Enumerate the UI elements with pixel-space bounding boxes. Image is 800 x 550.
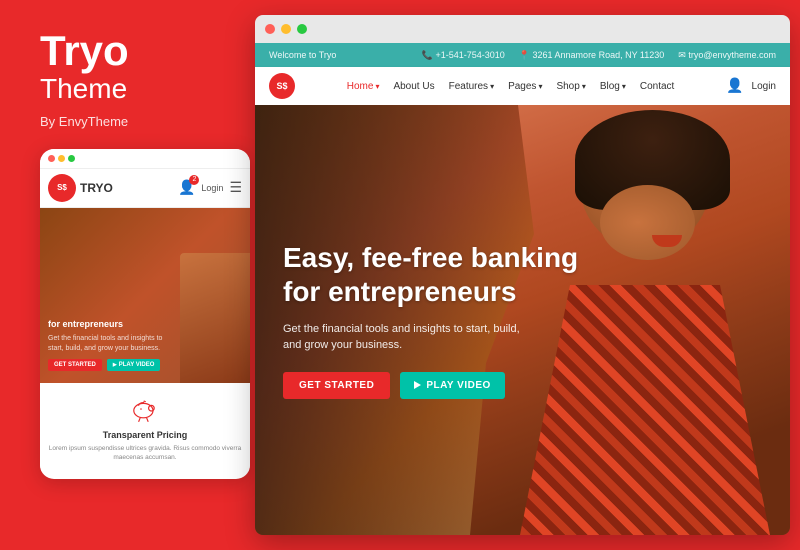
topbar-right: 📞 +1-541-754-3010 📍 3261 Annamore Road, … bbox=[422, 50, 776, 61]
browser-window: Welcome to Tryo 📞 +1-541-754-3010 📍 3261… bbox=[255, 15, 790, 535]
navbar-logo-icon: S$ bbox=[269, 73, 295, 99]
left-panel: Tryo Theme By EnvyTheme S$ TRYO 👤 2 bbox=[20, 0, 250, 550]
navbar-menu: Home ▾ About Us Features ▾ Pages ▾ Shop … bbox=[347, 81, 675, 92]
website-hero: Easy, fee-free banking for entrepreneurs… bbox=[255, 105, 790, 535]
brand-subtitle: Theme bbox=[40, 72, 240, 106]
mobile-badge: 2 bbox=[189, 175, 199, 185]
website-topbar: Welcome to Tryo 📞 +1-541-754-3010 📍 3261… bbox=[255, 43, 790, 67]
browser-dot-green[interactable] bbox=[297, 24, 307, 34]
mobile-preview: S$ TRYO 👤 2 Login ☰ for entrepreneurs Ge… bbox=[40, 149, 250, 479]
topbar-welcome: Welcome to Tryo bbox=[269, 50, 336, 60]
hero-description: Get the financial tools and insights to … bbox=[283, 321, 523, 354]
navbar-item-about[interactable]: About Us bbox=[393, 81, 434, 92]
mobile-logo: S$ bbox=[48, 174, 76, 202]
navbar-login-label[interactable]: Login bbox=[752, 81, 776, 92]
mobile-pricing-text: Lorem ipsum suspendisse ultrices gravida… bbox=[48, 444, 242, 462]
brand-name: Tryo bbox=[40, 30, 240, 72]
mobile-navbar: S$ TRYO 👤 2 Login ☰ bbox=[40, 169, 250, 208]
topbar-address: 📍 3261 Annamore Road, NY 11230 bbox=[519, 50, 664, 61]
navbar-right: 👤 Login bbox=[726, 77, 776, 95]
mobile-logo-text: TRYO bbox=[80, 181, 113, 195]
topbar-phone: 📞 +1-541-754-3010 bbox=[422, 50, 505, 61]
navbar-item-shop[interactable]: Shop ▾ bbox=[556, 81, 585, 92]
hero-title: Easy, fee-free banking for entrepreneurs bbox=[283, 241, 583, 308]
mobile-play-video-button[interactable]: ▶ PLAY VIDEO bbox=[107, 359, 161, 371]
navbar-item-home[interactable]: Home ▾ bbox=[347, 81, 380, 92]
browser-titlebar bbox=[255, 15, 790, 43]
browser-dot-red[interactable] bbox=[265, 24, 275, 34]
mobile-pricing-title: Transparent Pricing bbox=[103, 430, 188, 440]
mobile-user-wrapper: 👤 2 bbox=[178, 179, 195, 197]
browser-dot-yellow[interactable] bbox=[281, 24, 291, 34]
hero-content: Easy, fee-free banking for entrepreneurs… bbox=[255, 105, 790, 535]
topbar-email: ✉ tryo@envytheme.com bbox=[678, 50, 776, 61]
mobile-login-label[interactable]: Login bbox=[201, 183, 223, 193]
navbar-item-features[interactable]: Features ▾ bbox=[449, 81, 494, 92]
get-started-button[interactable]: GET STARTED bbox=[283, 372, 390, 399]
mobile-hero-buttons: GET STARTED ▶ PLAY VIDEO bbox=[48, 359, 242, 371]
mobile-dot-red bbox=[48, 155, 55, 162]
navbar-item-blog[interactable]: Blog ▾ bbox=[600, 81, 626, 92]
hero-person-face bbox=[600, 185, 695, 260]
navbar-user-icon[interactable]: 👤 bbox=[726, 77, 743, 93]
piggy-bank-icon bbox=[129, 393, 161, 425]
mobile-dots bbox=[48, 155, 75, 162]
navbar-item-pages[interactable]: Pages ▾ bbox=[508, 81, 542, 92]
play-video-button[interactable]: PLAY VIDEO bbox=[400, 372, 504, 399]
website-navbar: S$ Home ▾ About Us Features ▾ Pages ▾ Sh… bbox=[255, 67, 790, 105]
play-triangle-icon bbox=[414, 381, 421, 389]
mobile-hero-title: for entrepreneurs bbox=[48, 319, 168, 331]
navbar-user-wrapper: 👤 bbox=[726, 77, 743, 95]
mobile-hamburger-icon[interactable]: ☰ bbox=[229, 179, 242, 196]
mobile-hero: for entrepreneurs Get the financial tool… bbox=[40, 208, 250, 383]
navbar-logo: S$ bbox=[269, 73, 295, 99]
brand-by: By EnvyTheme bbox=[40, 114, 240, 129]
mobile-hero-subtitle: Get the financial tools and insights to … bbox=[48, 334, 168, 352]
hero-buttons: GET STARTED PLAY VIDEO bbox=[283, 372, 762, 399]
mobile-nav-right: 👤 2 Login ☰ bbox=[178, 179, 242, 197]
mobile-get-started-button[interactable]: GET STARTED bbox=[48, 359, 102, 371]
navbar-item-contact[interactable]: Contact bbox=[640, 81, 674, 92]
mobile-titlebar bbox=[40, 149, 250, 169]
mobile-pricing-section: Transparent Pricing Lorem ipsum suspendi… bbox=[40, 383, 250, 472]
mobile-dot-yellow bbox=[58, 155, 65, 162]
mobile-dot-green bbox=[68, 155, 75, 162]
